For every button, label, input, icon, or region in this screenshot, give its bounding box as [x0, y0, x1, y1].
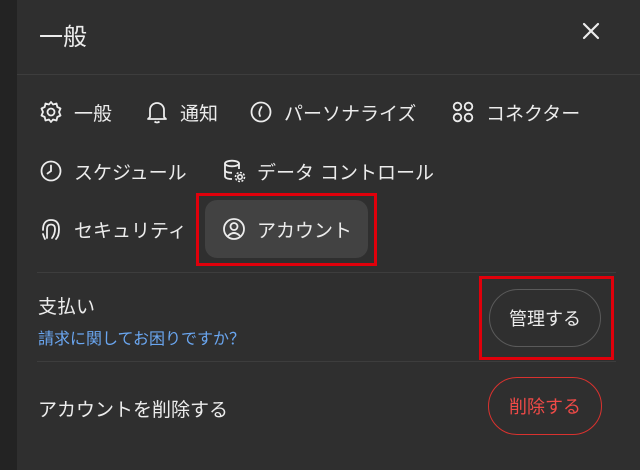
tab-general-label: 一般 — [74, 102, 113, 125]
tab-data-controls[interactable]: データ コントロール — [221, 151, 434, 191]
highlight-box-account — [196, 193, 377, 266]
tab-personalize-label: パーソナライズ — [284, 102, 417, 125]
tab-notifications-label: 通知 — [180, 102, 219, 125]
gear-icon — [38, 99, 64, 125]
connectors-icon — [450, 99, 476, 125]
personalize-icon — [248, 99, 274, 125]
fingerprint-icon — [38, 216, 64, 242]
delete-account-button[interactable]: 削除する — [488, 377, 602, 435]
divider — [37, 361, 616, 362]
tab-security[interactable]: セキュリティ — [38, 209, 187, 249]
tab-connectors-label: コネクター — [486, 102, 581, 125]
tab-schedule-label: スケジュール — [74, 161, 187, 184]
page-title: 一般 — [39, 23, 87, 51]
delete-account-label: アカウントを削除する — [38, 399, 229, 421]
tab-general[interactable]: 一般 — [38, 92, 112, 132]
delete-account-button-label: 削除する — [509, 397, 581, 418]
tab-schedule[interactable]: スケジュール — [38, 151, 187, 191]
tab-personalize[interactable]: パーソナライズ — [248, 92, 416, 132]
bell-icon — [144, 99, 170, 125]
tab-connectors[interactable]: コネクター — [450, 92, 580, 132]
billing-title: 支払い — [38, 296, 96, 318]
close-icon[interactable] — [580, 20, 602, 42]
tab-data-controls-label: データ コントロール — [257, 161, 435, 184]
settings-header: 一般 — [17, 0, 640, 75]
tab-notifications[interactable]: 通知 — [144, 92, 218, 132]
highlight-box-manage — [479, 276, 614, 360]
tab-security-label: セキュリティ — [74, 219, 187, 242]
billing-help-link[interactable]: 請求に関してお困りですか？ — [38, 325, 245, 349]
database-gear-icon — [221, 158, 247, 184]
clock-icon — [38, 158, 64, 184]
divider — [37, 272, 616, 273]
